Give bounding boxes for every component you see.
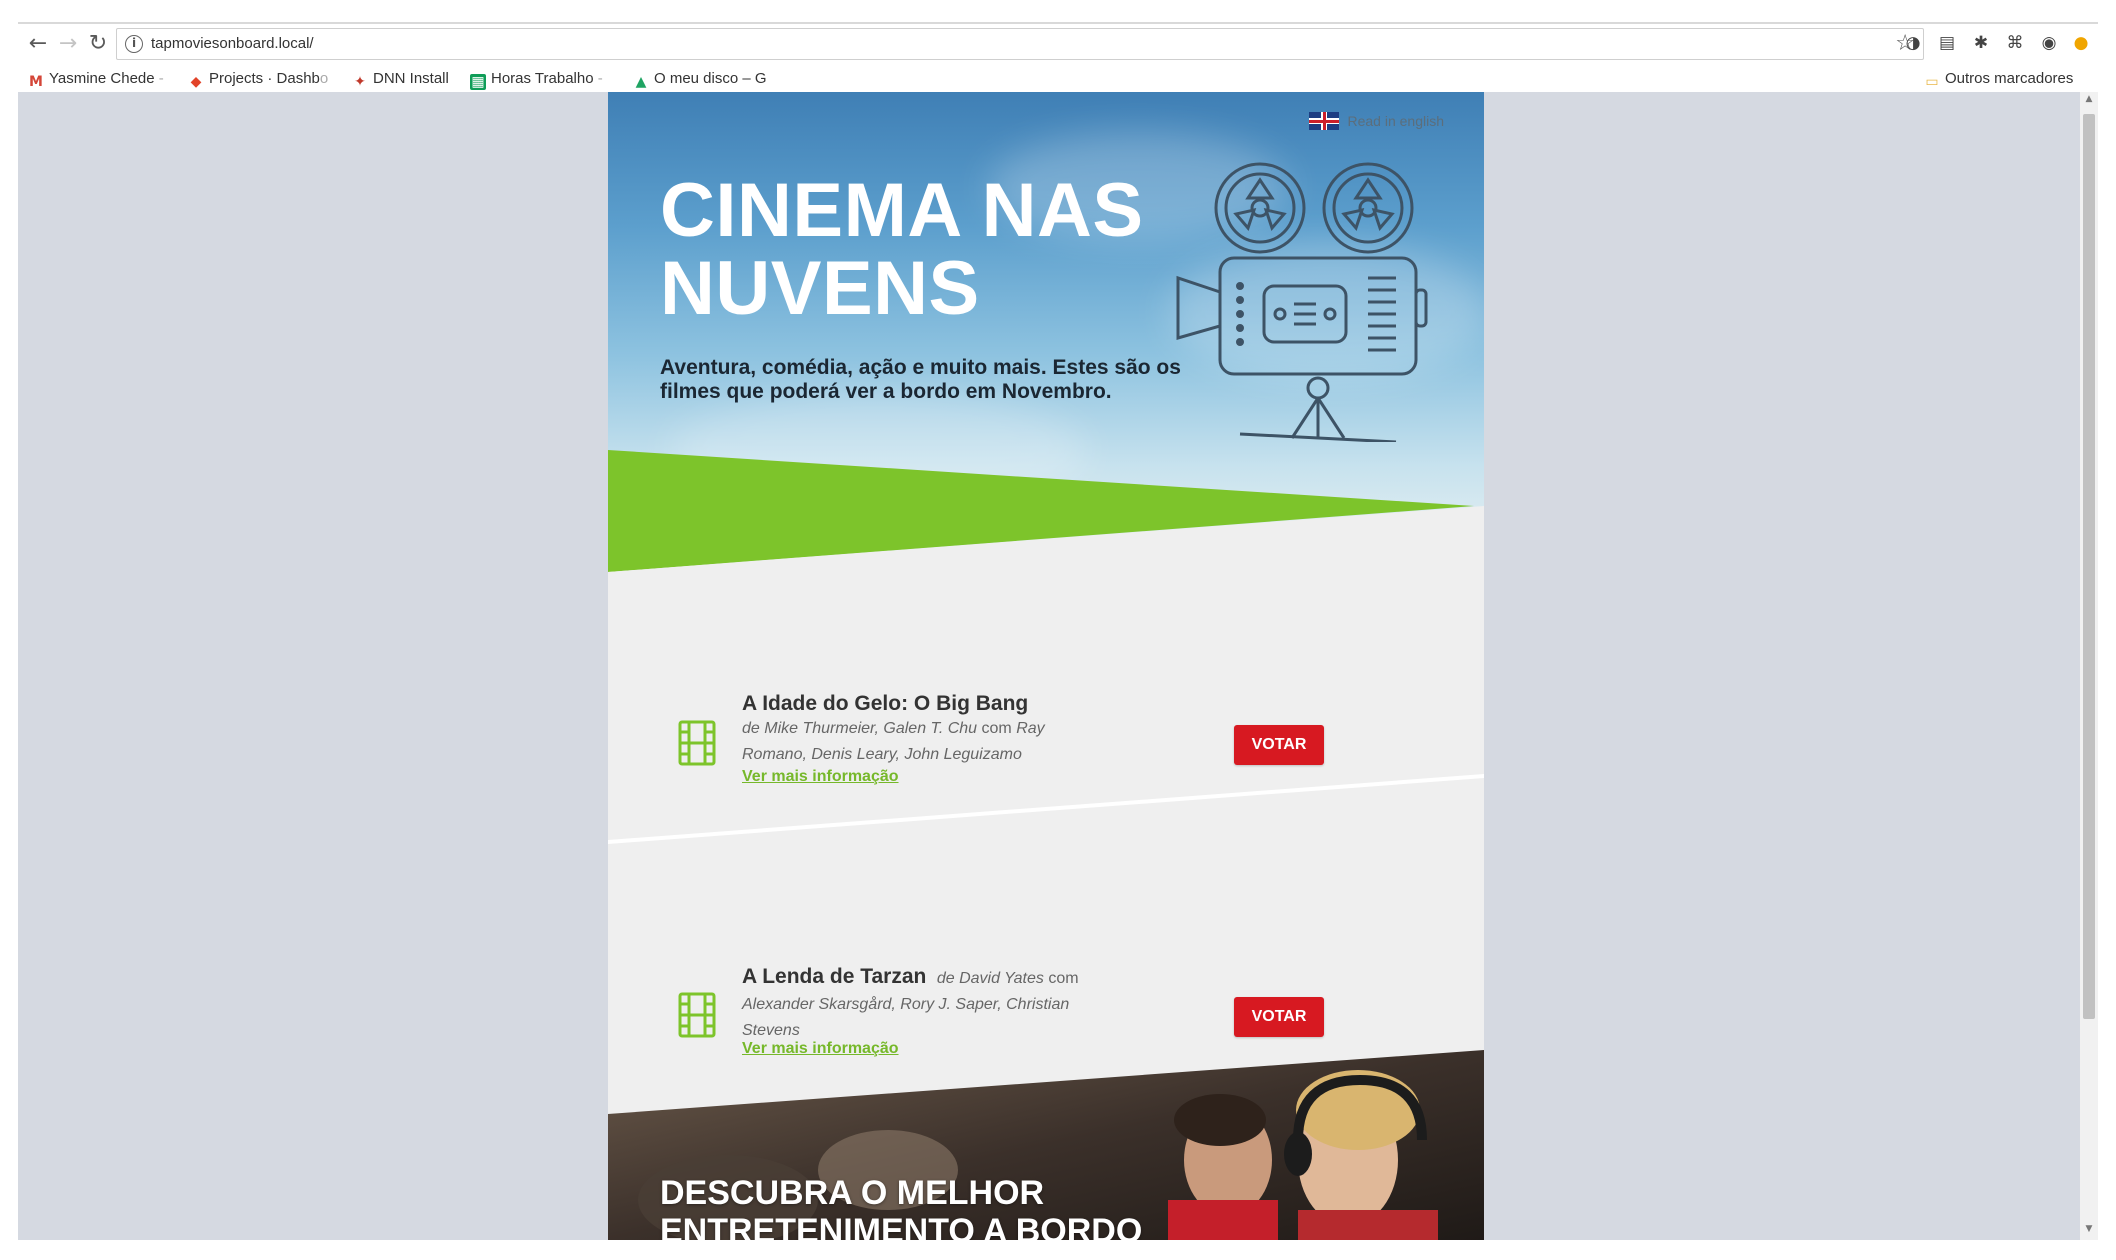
- scroll-up-icon[interactable]: ▲: [2083, 94, 2095, 104]
- back-icon[interactable]: ←: [24, 30, 52, 58]
- extension-2-icon[interactable]: ▤: [1936, 32, 1958, 54]
- browser-chrome: ← → ↻ i tapmoviesonboard.local/ ☆ ◑ ▤ ✱ …: [18, 24, 2098, 92]
- browser-toolbar: ← → ↻ i tapmoviesonboard.local/ ☆ ◑ ▤ ✱ …: [18, 24, 2098, 64]
- page-viewport: Read in english CINEMA NAS NUVENS Aventu…: [18, 92, 2080, 1240]
- movie-credits: de Mike Thurmeier, Galen T. Chu com Ray …: [742, 720, 1045, 763]
- vote-button[interactable]: VOTAR: [1234, 997, 1324, 1037]
- bookmark-item[interactable]: ▦ Horas Trabalho -: [470, 68, 603, 90]
- promo-title: DESCUBRA O MELHOR ENTRETENIMENTO A BORDO: [660, 1174, 1143, 1240]
- bookmark-item[interactable]: ▲ O meu disco – G: [633, 68, 767, 90]
- hero-subtitle: Aventura, comédia, ação e muito mais. Es…: [660, 356, 1181, 403]
- movie-camera-icon: [1176, 162, 1428, 442]
- profile-icon[interactable]: ●: [2070, 32, 2092, 54]
- hero-banner: Read in english CINEMA NAS NUVENS Aventu…: [608, 92, 1484, 572]
- sheets-icon: ▦: [470, 74, 486, 90]
- film-strip-icon: [678, 992, 716, 1038]
- scrollbar[interactable]: ▲ ▼: [2080, 92, 2098, 1240]
- film-strip-icon: [678, 720, 716, 766]
- folder-icon: ▭: [1925, 74, 1939, 90]
- extension-3-icon[interactable]: ✱: [1970, 32, 1992, 54]
- bookmark-item[interactable]: ✦ DNN Install: [352, 68, 449, 90]
- reload-icon[interactable]: ↻: [84, 30, 112, 58]
- uk-flag-icon: [1309, 112, 1340, 130]
- url-text[interactable]: tapmoviesonboard.local/: [151, 35, 314, 52]
- scrollbar-thumb[interactable]: [2083, 114, 2095, 1019]
- extension-4-icon[interactable]: ⌘: [2004, 32, 2026, 54]
- bookmark-item[interactable]: M Yasmine Chede -: [28, 68, 164, 90]
- movie-card: A Lenda de Tarzan de David Yates com Ale…: [608, 844, 1484, 1057]
- section-divider: [608, 774, 1484, 844]
- address-bar[interactable]: i tapmoviesonboard.local/ ☆: [116, 28, 1924, 60]
- scroll-down-icon[interactable]: ▼: [2083, 1224, 2095, 1234]
- movie-credits: A Lenda de Tarzan de David Yates com Ale…: [742, 965, 1079, 1039]
- gmail-icon: M: [29, 74, 43, 90]
- vote-button[interactable]: VOTAR: [1234, 725, 1324, 765]
- bookmark-item[interactable]: ◆ Projects · Dashbo: [188, 68, 329, 90]
- extension-1-icon[interactable]: ◑: [1902, 32, 1924, 54]
- drive-icon: ▲: [635, 74, 647, 90]
- dnn-icon: ✦: [354, 74, 366, 90]
- hero-title: CINEMA NAS NUVENS: [660, 168, 1144, 331]
- movie-card: A Idade do Gelo: O Big Bang de Mike Thur…: [608, 572, 1484, 785]
- extension-5-icon[interactable]: ◉: [2038, 32, 2060, 54]
- forward-icon[interactable]: →: [54, 30, 82, 58]
- email-newsletter: Read in english CINEMA NAS NUVENS Aventu…: [608, 92, 1484, 1240]
- bookmarks-bar: M Yasmine Chede - ◆ Projects · Dashbo ✦ DNN…: [18, 64, 2098, 92]
- movie-title: A Idade do Gelo: O Big Bang: [742, 692, 1029, 715]
- gitlab-icon: ◆: [190, 74, 202, 90]
- read-in-english-link[interactable]: Read in english: [1309, 112, 1444, 130]
- site-info-icon[interactable]: i: [125, 35, 143, 53]
- movie-title: A Lenda de Tarzan: [742, 965, 927, 988]
- other-bookmarks[interactable]: ▭ Outros marcadores: [1924, 68, 2073, 90]
